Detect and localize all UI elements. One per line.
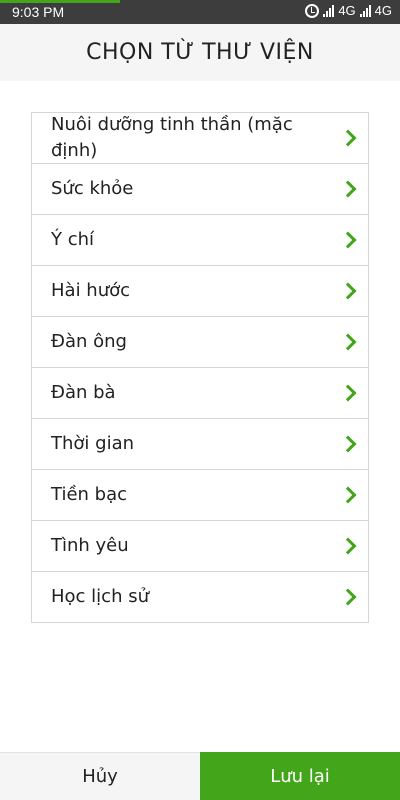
header: CHỌN TỪ THƯ VIỆN [0,24,400,81]
list-item-suc-khoe[interactable]: Sức khỏe [32,164,368,215]
chevron-right-icon [339,231,357,249]
chevron-right-icon [339,384,357,402]
list-item-label: Nuôi dưỡng tinh thần (mặc định) [51,114,293,161]
status-icons: 4G 4G [305,3,392,18]
chevron-right-icon [339,588,357,606]
chevron-right-icon [339,537,357,555]
status-time: 9:03 PM [12,4,65,20]
alarm-icon [305,3,320,18]
list-item-label: Thời gian [51,433,135,454]
signal-icon [359,4,371,17]
list-item-label: Sức khỏe [51,178,134,199]
signal-icon [323,4,335,17]
network-type-2: 4G [374,3,392,18]
list-item-y-chi[interactable]: Ý chí [32,215,368,266]
list-item-label: Đàn ông [51,331,127,352]
list-item-hoc-lich-su[interactable]: Học lịch sử [32,572,368,623]
network-type-1: 4G [338,3,356,18]
list-item-dan-ba[interactable]: Đàn bà [32,368,368,419]
status-progress-indicator [0,0,120,3]
list-item-dan-ong[interactable]: Đàn ông [32,317,368,368]
save-button[interactable]: Lưu lại [200,752,400,800]
list-item-tien-bac[interactable]: Tiền bạc [32,470,368,521]
list-item-label: Học lịch sử [51,586,149,607]
list-item-label: Hài hước [51,280,131,301]
list-item-label: Tình yêu [51,535,129,556]
list-item-tinh-yeu[interactable]: Tình yêu [32,521,368,572]
cancel-button[interactable]: Hủy [0,752,200,800]
library-list: Nuôi dưỡng tinh thần (mặc định) Sức khỏe… [31,112,369,623]
chevron-right-icon [339,282,357,300]
list-item-label: Tiền bạc [51,484,127,505]
list-item-label: Ý chí [51,229,95,250]
chevron-right-icon [339,435,357,453]
list-item-nuoi-duong-tinh-than[interactable]: Nuôi dưỡng tinh thần (mặc định) [32,113,368,164]
list-item-label: Đàn bà [51,382,116,403]
footer: Hủy Lưu lại [0,752,400,800]
list-item-thoi-gian[interactable]: Thời gian [32,419,368,470]
chevron-right-icon [339,486,357,504]
page-title: CHỌN TỪ THƯ VIỆN [86,40,314,65]
chevron-right-icon [339,180,357,198]
status-bar: 9:03 PM 4G 4G [0,0,400,24]
chevron-right-icon [339,333,357,351]
list-item-hai-huoc[interactable]: Hài hước [32,266,368,317]
